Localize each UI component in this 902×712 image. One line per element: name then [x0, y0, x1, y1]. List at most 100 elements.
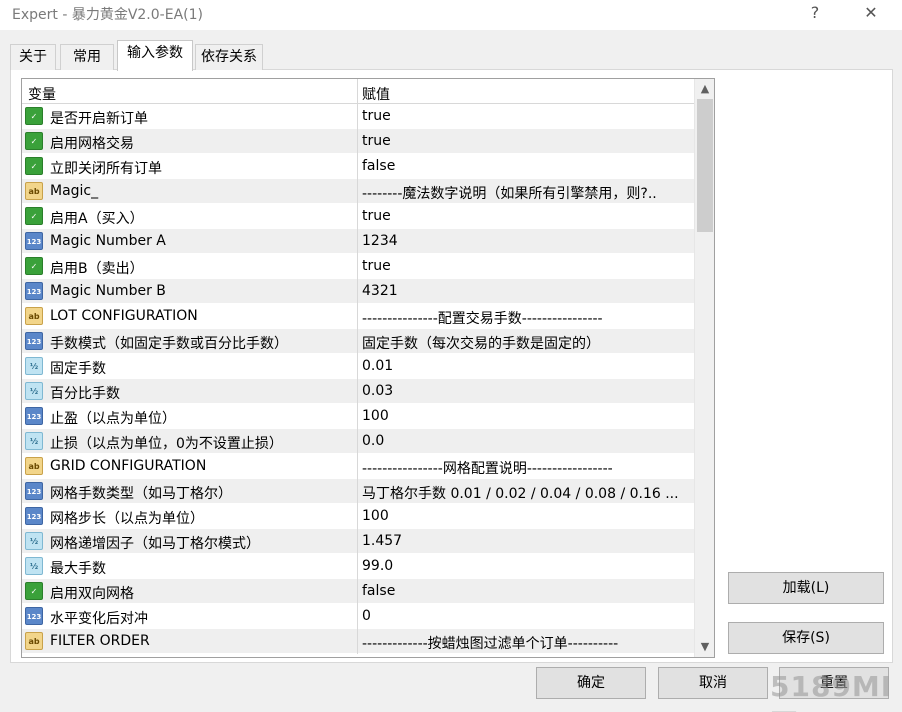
cancel-button[interactable]: 取消 [658, 667, 768, 699]
int-icon: 123 [25, 607, 43, 625]
variable-value[interactable]: 99.0 [362, 558, 692, 574]
cell-divider [357, 404, 358, 429]
bool-icon: ✓ [25, 132, 43, 150]
cell-divider [357, 129, 358, 154]
variable-value[interactable]: 0 [362, 608, 692, 624]
cell-divider [357, 454, 358, 479]
variable-value[interactable]: 0.03 [362, 383, 692, 399]
table-row[interactable]: 123 网格手数类型（如马丁格尔） 马丁格尔手数 0.01 / 0.02 / 0.0… [22, 479, 694, 504]
cell-divider [357, 504, 358, 529]
table-row[interactable]: ✓ 启用A（买入） true [22, 204, 694, 229]
variable-value[interactable]: false [362, 583, 692, 599]
vertical-scrollbar[interactable]: ▲ ▼ [694, 79, 714, 657]
table-row[interactable]: ✓ 立即关闭所有订单 false [22, 154, 694, 179]
variable-value[interactable]: ---------------配置交易手数---------------- [362, 308, 692, 328]
int-icon: 123 [25, 482, 43, 500]
variable-name: 手数模式（如固定手数或百分比手数） [50, 336, 288, 352]
double-icon: ½ [25, 432, 43, 450]
bool-icon: ✓ [25, 582, 43, 600]
tab-about[interactable]: 关于 [10, 44, 56, 70]
variable-value[interactable]: 1.457 [362, 533, 692, 549]
grid-header: 变量 赋值 [22, 79, 694, 104]
variable-name: 是否开启新订单 [50, 111, 148, 127]
variable-name: Magic Number A [50, 233, 166, 249]
table-row[interactable]: ½ 网格递增因子（如马丁格尔模式） 1.457 [22, 529, 694, 554]
table-row[interactable]: ✓ 启用B（卖出） true [22, 254, 694, 279]
table-row[interactable]: 123 网格步长（以点为单位） 100 [22, 504, 694, 529]
tab-common[interactable]: 常用 [60, 44, 114, 70]
variable-value[interactable]: 100 [362, 408, 692, 424]
table-row[interactable]: ✓ 启用双向网格 false [22, 579, 694, 604]
cell-divider [357, 554, 358, 579]
variable-value[interactable]: 100 [362, 508, 692, 524]
table-row[interactable]: 123 手数模式（如固定手数或百分比手数） 固定手数（每次交易的手数是固定的） [22, 329, 694, 354]
help-icon[interactable]: ? [792, 0, 838, 30]
cell-divider [357, 479, 358, 504]
table-row[interactable]: 123 止盈（以点为单位） 100 [22, 404, 694, 429]
variable-value[interactable]: true [362, 258, 692, 274]
table-row[interactable]: ab LOT CONFIGURATION ---------------配置交易手数… [22, 304, 694, 329]
scrollbar-thumb[interactable] [697, 99, 713, 232]
cell-divider [357, 604, 358, 629]
grid-rows: ✓ 是否开启新订单 true ✓ 启用网格交易 true ✓ 立即关闭所有订单 false ab M… [22, 104, 694, 654]
variable-name: 固定手数 [50, 361, 106, 377]
cell-divider [357, 379, 358, 404]
bool-icon: ✓ [25, 257, 43, 275]
close-icon[interactable]: ✕ [848, 0, 894, 30]
variable-name: 立即关闭所有订单 [50, 161, 162, 177]
variable-name: 网格递增因子（如马丁格尔模式） [50, 536, 260, 552]
table-row[interactable]: ½ 固定手数 0.01 [22, 354, 694, 379]
variable-value[interactable]: false [362, 158, 692, 174]
variable-value[interactable]: -------------按蜡烛图过滤单个订单---------- [362, 633, 692, 653]
table-row[interactable]: ab Magic_ --------魔法数字说明（如果所有引擎禁用，则?.. [22, 179, 694, 204]
int-icon: 123 [25, 232, 43, 250]
variable-value[interactable]: 0.01 [362, 358, 692, 374]
table-row[interactable]: 123 Magic Number A 1234 [22, 229, 694, 254]
variable-name: Magic_ [50, 183, 99, 199]
load-button[interactable]: 加载(L) [728, 572, 884, 604]
double-icon: ½ [25, 382, 43, 400]
table-row[interactable]: ab FILTER ORDER -------------按蜡烛图过滤单个订单---… [22, 629, 694, 654]
variable-value[interactable]: true [362, 108, 692, 124]
cell-divider [357, 279, 358, 304]
variable-value[interactable]: --------魔法数字说明（如果所有引擎禁用，则?.. [362, 183, 692, 203]
scroll-up-icon[interactable]: ▲ [695, 79, 714, 99]
cell-divider [357, 204, 358, 229]
bool-icon: ✓ [25, 107, 43, 125]
column-divider[interactable] [357, 79, 358, 104]
scroll-down-icon[interactable]: ▼ [695, 637, 714, 657]
table-row[interactable]: ab GRID CONFIGURATION ----------------网格配置… [22, 454, 694, 479]
column-header-variable[interactable]: 变量 [28, 84, 56, 104]
table-row[interactable]: 123 Magic Number B 4321 [22, 279, 694, 304]
variable-value[interactable]: true [362, 133, 692, 149]
variable-name: LOT CONFIGURATION [50, 308, 198, 324]
table-row[interactable]: ½ 止损（以点为单位，0为不设置止损） 0.0 [22, 429, 694, 454]
table-row[interactable]: ✓ 是否开启新订单 true [22, 104, 694, 129]
parameters-grid: 变量 赋值 ✓ 是否开启新订单 true ✓ 启用网格交易 true ✓ 立即关闭所有订单 fa… [21, 78, 715, 658]
int-icon: 123 [25, 407, 43, 425]
tab-dependencies[interactable]: 依存关系 [195, 44, 263, 70]
variable-value[interactable]: 4321 [362, 283, 692, 299]
variable-value[interactable]: true [362, 208, 692, 224]
cell-divider [357, 579, 358, 604]
variable-name: 启用双向网格 [50, 586, 134, 602]
table-row[interactable]: ½ 最大手数 99.0 [22, 554, 694, 579]
variable-name: 止盈（以点为单位） [50, 411, 176, 427]
variable-name: 启用网格交易 [50, 136, 134, 152]
column-header-value[interactable]: 赋值 [362, 84, 390, 104]
ok-button[interactable]: 确定 [536, 667, 646, 699]
variable-value[interactable]: 0.0 [362, 433, 692, 449]
variable-name: 启用B（卖出） [50, 261, 144, 277]
string-icon: ab [25, 457, 43, 475]
tab-inputs[interactable]: 输入参数 [117, 40, 193, 71]
variable-value[interactable]: ----------------网格配置说明----------------- [362, 458, 692, 478]
bool-icon: ✓ [25, 157, 43, 175]
variable-value[interactable]: 1234 [362, 233, 692, 249]
table-row[interactable]: 123 水平变化后对冲 0 [22, 604, 694, 629]
variable-value[interactable]: 固定手数（每次交易的手数是固定的） [362, 333, 692, 353]
table-row[interactable]: ✓ 启用网格交易 true [22, 129, 694, 154]
table-row[interactable]: ½ 百分比手数 0.03 [22, 379, 694, 404]
bool-icon: ✓ [25, 207, 43, 225]
save-button[interactable]: 保存(S) [728, 622, 884, 654]
variable-value[interactable]: 马丁格尔手数 0.01 / 0.02 / 0.04 / 0.08 / 0.16 … [362, 483, 692, 503]
